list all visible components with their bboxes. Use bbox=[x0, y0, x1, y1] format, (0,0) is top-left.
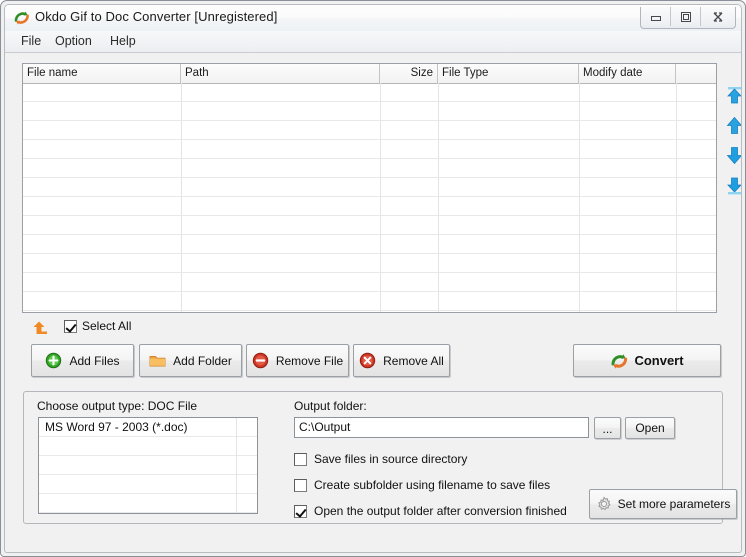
add-folder-label: Add Folder bbox=[173, 354, 232, 368]
column-header-extra[interactable] bbox=[676, 64, 717, 83]
gear-icon bbox=[596, 496, 612, 512]
browse-folder-button[interactable]: ... bbox=[594, 417, 621, 439]
file-list-table[interactable]: File name Path Size File Type Modify dat… bbox=[22, 63, 717, 313]
select-all-label: Select All bbox=[82, 319, 131, 333]
convert-label: Convert bbox=[634, 353, 683, 368]
select-all-checkbox[interactable] bbox=[64, 320, 77, 333]
table-row[interactable] bbox=[23, 102, 717, 121]
save-in-source-label: Save files in source directory bbox=[314, 452, 467, 467]
window-title: Okdo Gif to Doc Converter [Unregistered] bbox=[35, 9, 277, 24]
minus-circle-icon bbox=[252, 352, 269, 369]
table-row[interactable] bbox=[23, 273, 717, 292]
open-output-folder-label: Open the output folder after conversion … bbox=[314, 504, 567, 519]
column-header-size[interactable]: Size bbox=[380, 64, 438, 83]
add-files-button[interactable]: Add Files bbox=[31, 344, 134, 377]
title-bar: Okdo Gif to Doc Converter [Unregistered] bbox=[5, 5, 741, 32]
column-header-file-name[interactable]: File name bbox=[23, 64, 181, 83]
open-output-folder-checkbox[interactable] bbox=[294, 505, 307, 518]
set-more-parameters-label: Set more parameters bbox=[618, 497, 731, 511]
move-up-button[interactable] bbox=[724, 115, 742, 136]
add-folder-button[interactable]: Add Folder bbox=[139, 344, 242, 377]
menu-item-help[interactable]: Help bbox=[104, 34, 142, 49]
output-type-empty-row bbox=[39, 437, 257, 456]
move-down-button[interactable] bbox=[724, 145, 742, 166]
convert-arrows-icon bbox=[13, 9, 31, 27]
output-type-list[interactable]: MS Word 97 - 2003 (*.doc) bbox=[38, 417, 258, 514]
convert-button[interactable]: Convert bbox=[573, 344, 721, 377]
column-header-file-type[interactable]: File Type bbox=[438, 64, 579, 83]
close-button[interactable] bbox=[701, 7, 735, 26]
move-to-top-button[interactable] bbox=[724, 85, 742, 106]
table-row[interactable] bbox=[23, 197, 717, 216]
output-type-label: Choose output type: DOC File bbox=[37, 399, 197, 413]
remove-file-button[interactable]: Remove File bbox=[246, 344, 349, 377]
folder-icon bbox=[149, 352, 166, 369]
menu-bar: File Option Help bbox=[5, 31, 741, 53]
convert-arrows-icon bbox=[610, 352, 627, 369]
menu-item-option[interactable]: Option bbox=[49, 34, 98, 49]
output-settings-panel: Choose output type: DOC File MS Word 97 … bbox=[23, 391, 723, 524]
remove-all-label: Remove All bbox=[383, 354, 444, 368]
minimize-button[interactable] bbox=[641, 7, 671, 26]
order-buttons-column bbox=[721, 63, 742, 313]
column-header-modify-date[interactable]: Modify date bbox=[579, 64, 676, 83]
table-row[interactable] bbox=[23, 292, 717, 311]
table-row[interactable] bbox=[23, 121, 717, 140]
close-circle-icon bbox=[359, 352, 376, 369]
table-row[interactable] bbox=[23, 83, 717, 102]
save-in-source-checkbox[interactable] bbox=[294, 453, 307, 466]
output-folder-label: Output folder: bbox=[294, 399, 367, 413]
add-files-label: Add Files bbox=[69, 354, 119, 368]
open-folder-button[interactable]: Open bbox=[625, 417, 675, 439]
type-list-column-divider bbox=[236, 418, 237, 514]
set-more-parameters-button[interactable]: Set more parameters bbox=[589, 489, 737, 519]
output-type-empty-row bbox=[39, 475, 257, 494]
move-to-bottom-button[interactable] bbox=[724, 175, 742, 196]
output-type-option[interactable]: MS Word 97 - 2003 (*.doc) bbox=[39, 418, 257, 437]
orange-up-arrow-icon[interactable] bbox=[31, 319, 49, 336]
plus-circle-icon bbox=[45, 352, 62, 369]
remove-all-button[interactable]: Remove All bbox=[353, 344, 450, 377]
table-row[interactable] bbox=[23, 254, 717, 273]
output-folder-input[interactable]: C:\Output bbox=[294, 417, 589, 438]
window-inner-frame: Okdo Gif to Doc Converter [Unregistered] bbox=[4, 4, 742, 553]
table-row[interactable] bbox=[23, 216, 717, 235]
table-row[interactable] bbox=[23, 140, 717, 159]
window-controls bbox=[640, 7, 736, 29]
remove-file-label: Remove File bbox=[276, 354, 343, 368]
output-type-empty-row bbox=[39, 456, 257, 475]
create-subfolder-label: Create subfolder using filename to save … bbox=[314, 478, 550, 493]
table-row[interactable] bbox=[23, 159, 717, 178]
table-header-row: File name Path Size File Type Modify dat… bbox=[23, 64, 717, 84]
table-body[interactable] bbox=[23, 83, 717, 312]
output-type-empty-row bbox=[39, 494, 257, 513]
table-row[interactable] bbox=[23, 235, 717, 254]
create-subfolder-checkbox[interactable] bbox=[294, 479, 307, 492]
menu-item-file[interactable]: File bbox=[15, 34, 47, 49]
table-row[interactable] bbox=[23, 178, 717, 197]
select-all-row: Select All bbox=[22, 318, 322, 338]
column-header-path[interactable]: Path bbox=[181, 64, 380, 83]
application-window: Okdo Gif to Doc Converter [Unregistered] bbox=[0, 0, 746, 557]
restore-button[interactable] bbox=[671, 7, 701, 26]
